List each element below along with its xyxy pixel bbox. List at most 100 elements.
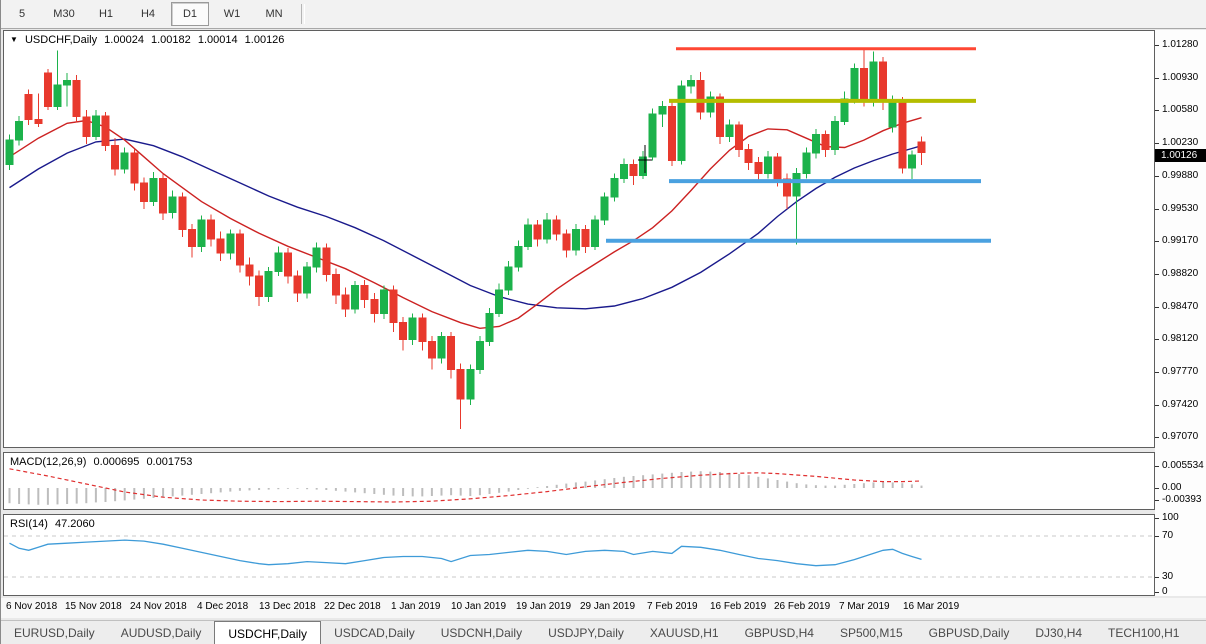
price-axis-label: 1.00930: [1162, 72, 1198, 83]
main-chart-panel[interactable]: ▼ USDCHF,Daily 1.00024 1.00182 1.00014 1…: [3, 30, 1155, 448]
macd-indicator-panel[interactable]: MACD(12,26,9) 0.000695 0.001753: [3, 452, 1155, 510]
date-axis-label: 16 Mar 2019: [903, 601, 959, 612]
date-axis[interactable]: 6 Nov 2018 15 Nov 2018 24 Nov 2018 4 Dec 20…: [1, 598, 1206, 618]
price-axis-label: 0.98120: [1162, 333, 1198, 344]
date-axis-label: 6 Nov 2018: [6, 601, 57, 612]
date-axis-label: 16 Feb 2019: [710, 601, 766, 612]
price-axis[interactable]: 1.00126 1.01280 1.00930 1.00580 1.00230 0.99…: [1155, 30, 1206, 596]
rsi-chart-canvas[interactable]: [4, 515, 1154, 595]
rsi-axis-label: 70: [1162, 530, 1173, 541]
toolbar-separator: [301, 4, 305, 24]
price-axis-label: 0.97420: [1162, 399, 1198, 410]
date-axis-label: 19 Jan 2019: [516, 601, 571, 612]
rsi-axis-label: 0: [1162, 586, 1168, 597]
chart-tab-eurusd-daily[interactable]: EURUSD,Daily: [1, 621, 108, 644]
macd-name: MACD(12,26,9): [10, 456, 86, 468]
chart-symbol-label: USDCHF,Daily: [25, 34, 97, 46]
date-axis-label: 15 Nov 2018: [65, 601, 122, 612]
axis-tick: [1155, 176, 1159, 177]
date-axis-label: 7 Feb 2019: [647, 601, 698, 612]
axis-tick: [1155, 536, 1159, 537]
axis-tick: [1155, 405, 1159, 406]
timeframe-button-mn[interactable]: MN: [255, 2, 293, 26]
price-axis-label: 0.97070: [1162, 431, 1198, 442]
macd-value-signal: 0.001753: [146, 456, 192, 468]
chart-tab-audusd-daily[interactable]: AUDUSD,Daily: [108, 621, 215, 644]
rsi-axis-label: 30: [1162, 571, 1173, 582]
axis-tick: [1155, 78, 1159, 79]
timeframe-button-w1[interactable]: W1: [213, 2, 251, 26]
ohlc-high: 1.00182: [151, 34, 191, 46]
macd-axis-label: -0.00393: [1162, 494, 1201, 505]
timeframe-button-d1[interactable]: D1: [171, 2, 209, 26]
chart-title: ▼ USDCHF,Daily 1.00024 1.00182 1.00014 1…: [10, 34, 288, 46]
date-axis-label: 13 Dec 2018: [259, 601, 316, 612]
axis-tick: [1155, 518, 1159, 519]
axis-tick: [1155, 45, 1159, 46]
price-axis-label: 0.99880: [1162, 170, 1198, 181]
rsi-line: [10, 540, 922, 566]
date-axis-label: 10 Jan 2019: [451, 601, 506, 612]
date-axis-label: 24 Nov 2018: [130, 601, 187, 612]
chart-tab-ui[interactable]: UI: [1192, 621, 1206, 644]
candlestick-chart-canvas[interactable]: [4, 31, 1154, 447]
current-price-tag: 1.00126: [1155, 149, 1206, 162]
axis-tick: [1155, 577, 1159, 578]
chart-tab-tech100-h1[interactable]: TECH100,H1: [1095, 621, 1192, 644]
rsi-label: RSI(14) 47.2060: [10, 518, 99, 530]
axis-tick: [1155, 592, 1159, 593]
axis-tick: [1155, 466, 1159, 467]
chart-tab-xauusd-h1[interactable]: XAUUSD,H1: [637, 621, 732, 644]
price-axis-label: 0.98820: [1162, 268, 1198, 279]
timeframe-button-group: 5M30H1H4D1W1MN: [1, 2, 295, 26]
rsi-axis-label: 100: [1162, 512, 1179, 523]
rsi-value: 47.2060: [55, 518, 95, 530]
chart-tab-gbpusd-daily[interactable]: GBPUSD,Daily: [916, 621, 1023, 644]
macd-axis-label: 0.00: [1162, 482, 1181, 493]
chart-tab-usdcnh-daily[interactable]: USDCNH,Daily: [428, 621, 535, 644]
date-axis-label: 26 Feb 2019: [774, 601, 830, 612]
price-axis-label: 0.98470: [1162, 301, 1198, 312]
timeframe-button-h4[interactable]: H4: [129, 2, 167, 26]
axis-tick: [1155, 437, 1159, 438]
date-axis-label: 1 Jan 2019: [391, 601, 441, 612]
axis-tick: [1155, 372, 1159, 373]
macd-signal-line: [10, 469, 922, 502]
timeframe-button-m30[interactable]: M30: [45, 2, 83, 26]
macd-axis-label: 0.005534: [1162, 460, 1204, 471]
axis-tick: [1155, 110, 1159, 111]
price-axis-label: 1.01280: [1162, 39, 1198, 50]
ohlc-low: 1.00014: [198, 34, 238, 46]
date-axis-label: 22 Dec 2018: [324, 601, 381, 612]
axis-tick: [1155, 274, 1159, 275]
chart-tab-gbpusd-h4[interactable]: GBPUSD,H4: [732, 621, 827, 644]
axis-tick: [1155, 500, 1159, 501]
chart-tab-dj30-h4[interactable]: DJ30,H4: [1022, 621, 1095, 644]
price-axis-label: 1.00580: [1162, 104, 1198, 115]
chart-dropdown-icon[interactable]: ▼: [10, 35, 18, 44]
chart-tab-sp500-m15[interactable]: SP500,M15: [827, 621, 916, 644]
rsi-name: RSI(14): [10, 518, 48, 530]
rsi-indicator-panel[interactable]: RSI(14) 47.2060: [3, 514, 1155, 596]
price-axis-label: 0.99530: [1162, 203, 1198, 214]
chart-tab-usdchf-daily[interactable]: USDCHF,Daily: [214, 621, 321, 644]
axis-tick: [1155, 143, 1159, 144]
axis-tick: [1155, 209, 1159, 210]
chart-tab-usdcad-daily[interactable]: USDCAD,Daily: [321, 621, 428, 644]
price-axis-label: 1.00230: [1162, 137, 1198, 148]
axis-tick: [1155, 339, 1159, 340]
timeframe-toolbar: 5M30H1H4D1W1MN: [1, 0, 1206, 29]
axis-tick: [1155, 307, 1159, 308]
date-axis-label: 29 Jan 2019: [580, 601, 635, 612]
chart-tab-usdjpy-daily[interactable]: USDJPY,Daily: [535, 621, 637, 644]
price-axis-label: 0.99170: [1162, 235, 1198, 246]
macd-label: MACD(12,26,9) 0.000695 0.001753: [10, 456, 196, 468]
timeframe-button-h1[interactable]: H1: [87, 2, 125, 26]
chart-tab-bar: EURUSD,DailyAUDUSD,DailyUSDCHF,DailyUSDC…: [1, 620, 1206, 644]
timeframe-button-5[interactable]: 5: [3, 2, 41, 26]
date-axis-label: 4 Dec 2018: [197, 601, 248, 612]
price-axis-label: 0.97770: [1162, 366, 1198, 377]
date-axis-label: 7 Mar 2019: [839, 601, 890, 612]
macd-value-main: 0.000695: [93, 456, 139, 468]
trading-terminal-window: 5M30H1H4D1W1MN ▼ USDCHF,Daily 1.00024 1.…: [0, 0, 1206, 644]
